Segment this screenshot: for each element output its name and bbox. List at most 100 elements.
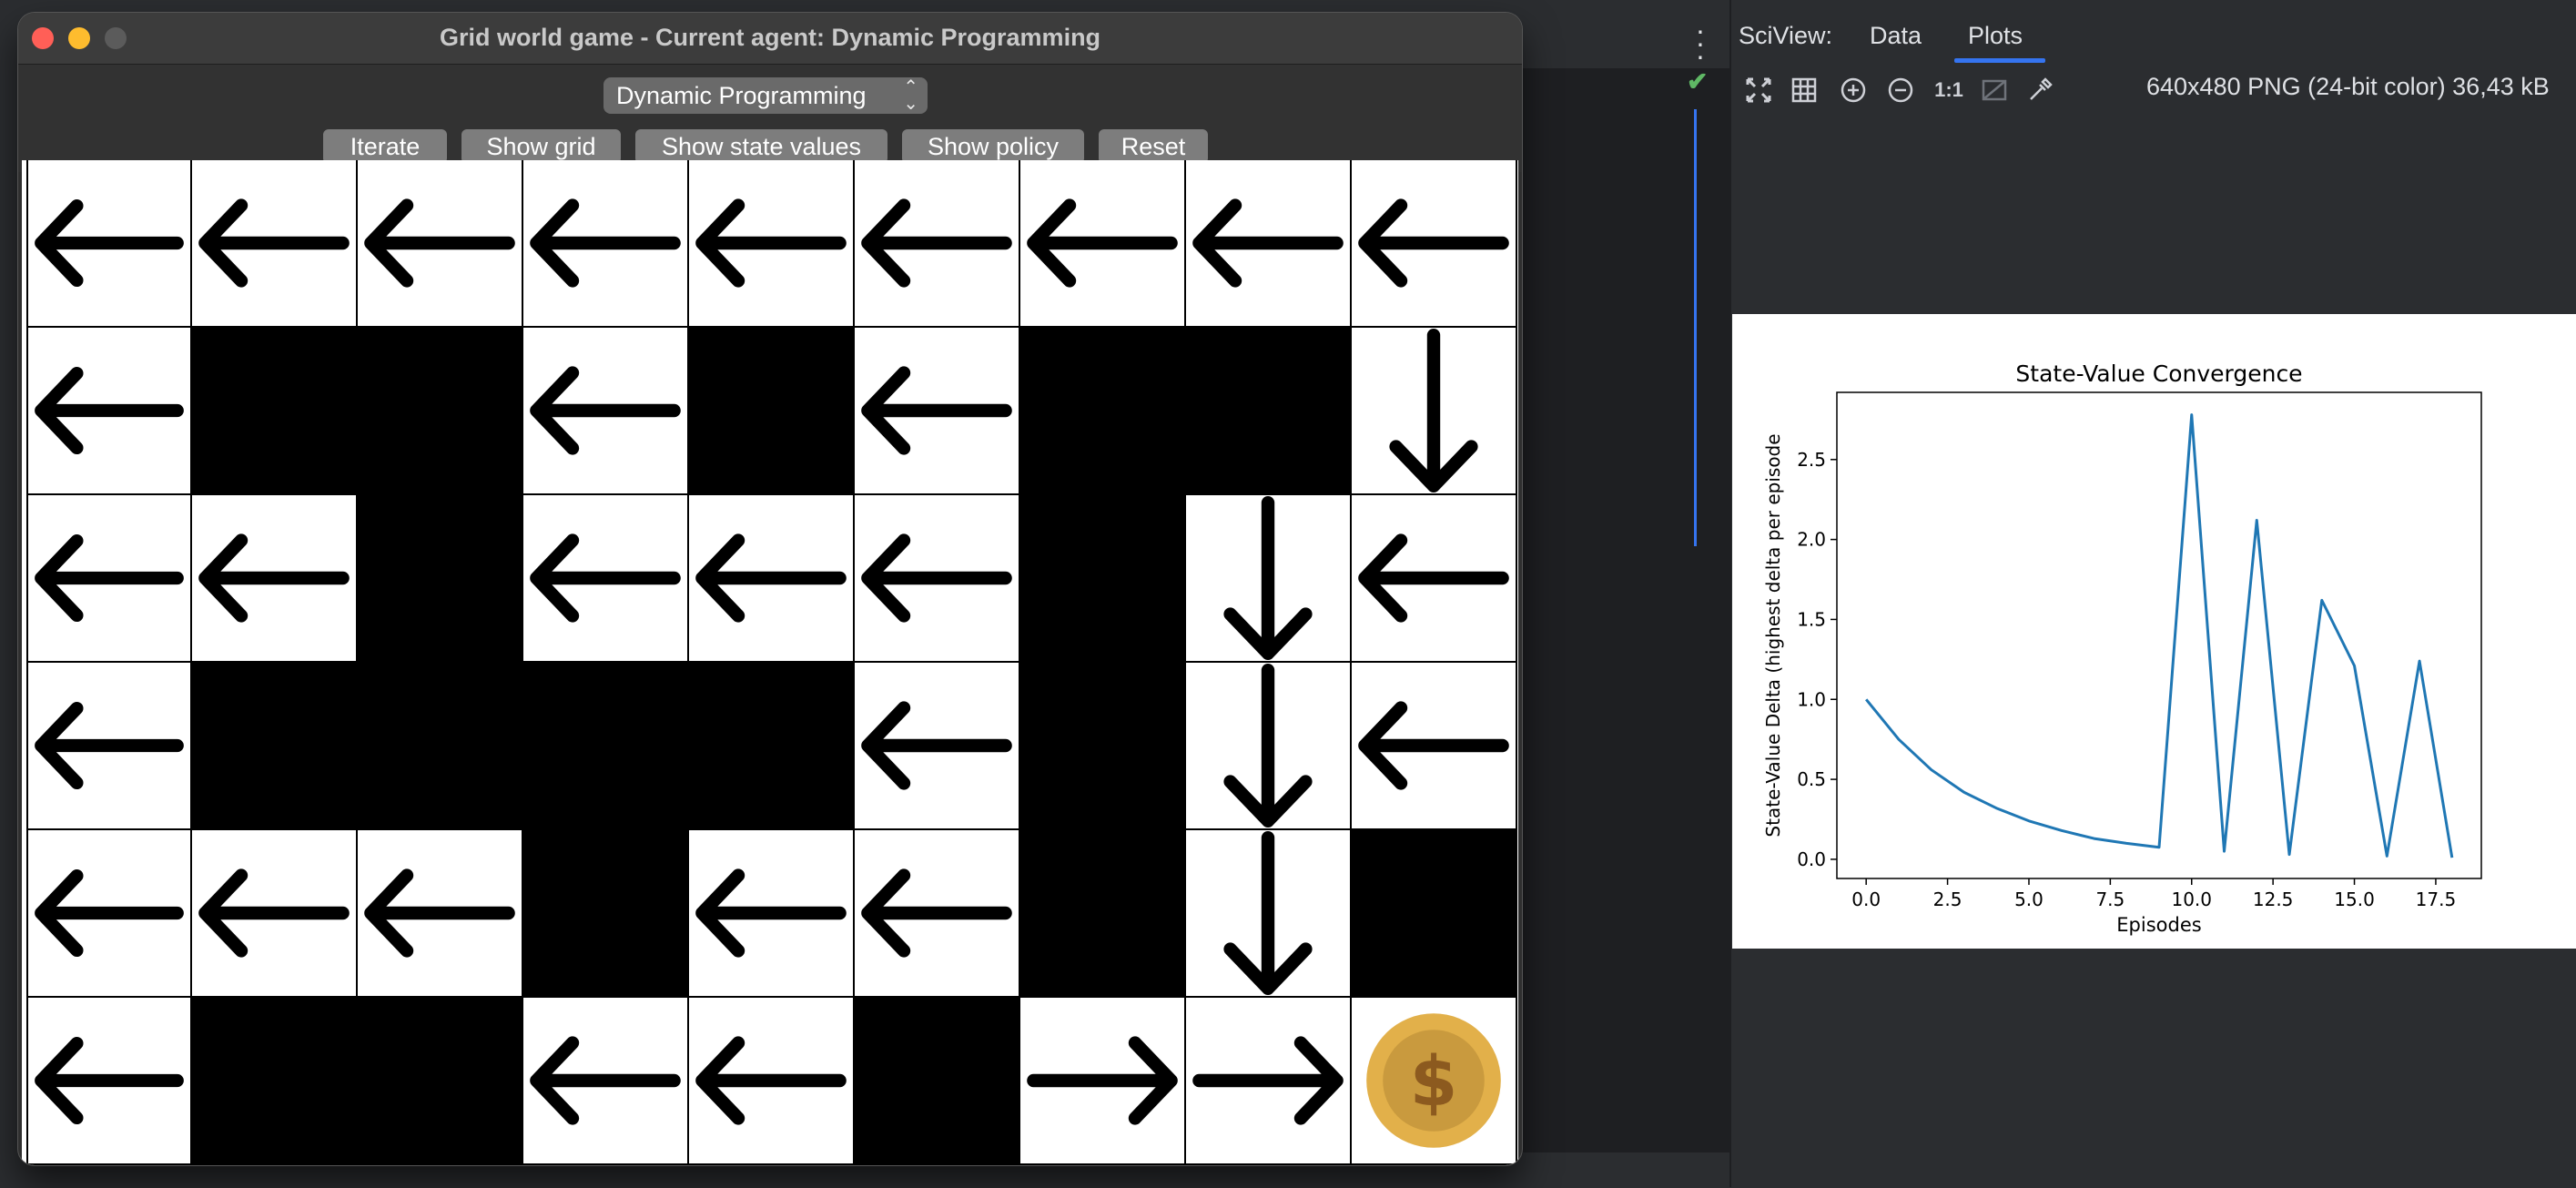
policy-cell <box>523 160 689 328</box>
left-arrow-icon <box>192 495 356 661</box>
wall-cell <box>1020 328 1186 495</box>
y-tick-label: 2.0 <box>1797 529 1826 551</box>
tab-plots[interactable]: Plots <box>1968 22 2023 50</box>
left-arrow-icon <box>855 663 1019 828</box>
agent-select-value: Dynamic Programming <box>616 82 867 109</box>
image-info: 640x480 PNG (24-bit color) 36,43 kB <box>2146 73 2550 101</box>
y-tick-label: 1.0 <box>1797 688 1826 710</box>
policy-cell <box>523 328 689 495</box>
policy-cell <box>26 830 192 998</box>
reset-button[interactable]: Reset <box>1099 129 1208 164</box>
active-tab-indicator <box>1954 58 2045 63</box>
left-arrow-icon <box>1352 663 1516 828</box>
left-arrow-icon <box>523 495 687 661</box>
left-arrow-icon <box>689 160 853 326</box>
down-arrow-icon <box>1186 495 1350 661</box>
left-arrow-icon <box>523 998 687 1163</box>
grid-world-board: $ <box>22 160 1518 1165</box>
x-tick-label: 10.0 <box>2171 888 2212 910</box>
wall-cell <box>358 328 523 495</box>
y-tick-label: 0.5 <box>1797 768 1826 790</box>
left-arrow-icon <box>855 495 1019 661</box>
wall-cell <box>689 328 855 495</box>
left-arrow-icon <box>855 160 1019 326</box>
left-arrow-icon <box>855 830 1019 996</box>
window-title: Grid world game - Current agent: Dynamic… <box>18 24 1522 52</box>
color-picker-icon[interactable] <box>2024 76 2055 109</box>
grid-icon[interactable] <box>1789 76 1820 109</box>
policy-cell <box>1186 160 1352 328</box>
policy-cell <box>26 495 192 663</box>
policy-cell <box>192 495 358 663</box>
grid-world: $ <box>26 160 1517 1165</box>
wall-cell <box>1020 495 1186 663</box>
policy-cell <box>855 495 1020 663</box>
actual-size-icon[interactable]: 1:1 <box>1933 76 1964 104</box>
left-arrow-icon <box>1352 495 1516 661</box>
wall-cell <box>523 663 689 830</box>
left-arrow-icon <box>28 495 190 661</box>
wall-cell <box>358 998 523 1165</box>
down-arrow-icon <box>1352 328 1516 493</box>
fit-to-window-icon[interactable] <box>1743 76 1774 109</box>
y-tick-label: 0.0 <box>1797 848 1826 870</box>
policy-cell <box>1186 495 1352 663</box>
left-arrow-icon <box>28 830 190 996</box>
left-arrow-icon <box>523 328 687 493</box>
policy-cell <box>1186 663 1352 830</box>
agent-select[interactable]: Dynamic Programming ⌃⌄ <box>603 77 928 114</box>
goal-cell: $ <box>1352 998 1517 1165</box>
controls-bar: Dynamic Programming ⌃⌄ Iterate Show grid… <box>18 65 1522 172</box>
x-tick-label: 17.5 <box>2416 888 2457 910</box>
tab-data[interactable]: Data <box>1870 22 1922 50</box>
policy-cell <box>1186 830 1352 998</box>
left-arrow-icon <box>28 998 190 1163</box>
left-arrow-icon <box>28 160 190 326</box>
policy-cell <box>26 998 192 1165</box>
policy-cell <box>358 830 523 998</box>
sciview-header: SciView: Data Plots <box>1731 0 2576 64</box>
more-options-icon[interactable]: ··· <box>1695 24 1706 62</box>
series-line <box>1866 415 2452 858</box>
gutter-marker <box>1694 109 1697 546</box>
wall-cell <box>689 663 855 830</box>
wall-cell <box>358 663 523 830</box>
policy-cell <box>1352 495 1517 663</box>
down-arrow-icon <box>1186 830 1350 996</box>
zoom-in-icon[interactable] <box>1838 76 1869 109</box>
sciview-title: SciView: <box>1739 22 1832 50</box>
policy-cell <box>523 998 689 1165</box>
policy-cell <box>358 160 523 328</box>
policy-cell <box>26 160 192 328</box>
wall-cell <box>192 328 358 495</box>
left-arrow-icon <box>28 328 190 493</box>
policy-cell <box>689 998 855 1165</box>
right-arrow-icon <box>1186 998 1350 1163</box>
window-titlebar: Grid world game - Current agent: Dynamic… <box>18 13 1522 65</box>
plot-image: State-Value Convergence0.02.55.07.510.01… <box>1732 314 2576 949</box>
x-tick-label: 2.5 <box>1933 888 1962 910</box>
x-tick-label: 7.5 <box>2095 888 2125 910</box>
right-arrow-icon <box>1020 998 1184 1163</box>
left-arrow-icon <box>1020 160 1184 326</box>
left-arrow-icon <box>1352 160 1516 326</box>
svg-text:$: $ <box>1410 1041 1458 1122</box>
down-arrow-icon <box>1186 663 1350 828</box>
left-arrow-icon <box>855 328 1019 493</box>
line-chart: State-Value Convergence0.02.55.07.510.01… <box>1732 314 2576 949</box>
left-arrow-icon <box>689 998 853 1163</box>
show-state-values-button[interactable]: Show state values <box>635 129 887 164</box>
policy-cell <box>1352 663 1517 830</box>
wall-cell <box>523 830 689 998</box>
left-arrow-icon <box>689 830 853 996</box>
y-tick-label: 1.5 <box>1797 608 1826 630</box>
coin-icon: $ <box>1352 998 1516 1163</box>
background-toggle-icon[interactable] <box>1979 76 2010 109</box>
left-arrow-icon <box>192 830 356 996</box>
show-policy-button[interactable]: Show policy <box>902 129 1084 164</box>
show-grid-button[interactable]: Show grid <box>461 129 621 164</box>
zoom-out-icon[interactable] <box>1885 76 1916 109</box>
iterate-button[interactable]: Iterate <box>323 129 447 164</box>
axes-frame <box>1837 392 2481 878</box>
y-axis-label: State-Value Delta (highest delta per epi… <box>1762 433 1784 837</box>
